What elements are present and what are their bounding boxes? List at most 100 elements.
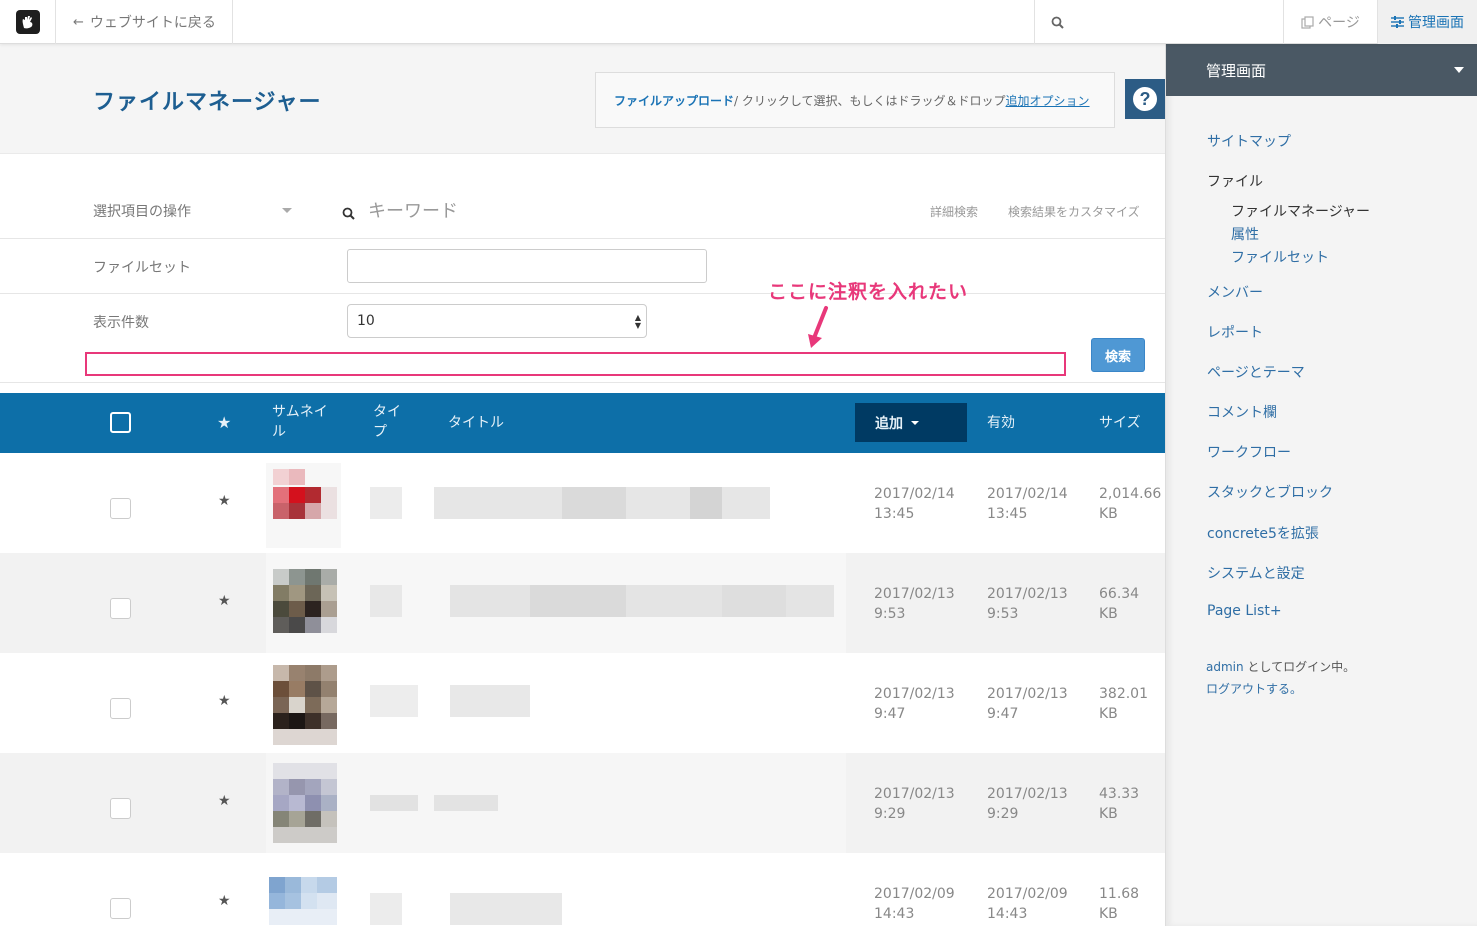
logout-link[interactable]: ログアウトする。: [1206, 680, 1302, 697]
top-toolbar: ← ウェブサイトに戻る ページ 管理画面: [0, 0, 1477, 44]
blurred-thumbnail-and-title: [266, 653, 846, 753]
sidebar-item-system[interactable]: システムと設定: [1207, 563, 1305, 583]
search-icon: [342, 205, 355, 224]
table-row[interactable]: ★ 2017/02/13 9:29 2017/02/13 9:29 43.33 KB: [0, 753, 1165, 853]
sidebar-item-pages-themes[interactable]: ページとテーマ: [1207, 362, 1305, 382]
page-button-label: ページ: [1318, 15, 1360, 31]
select-all-checkbox[interactable]: [110, 412, 131, 433]
file-upload-link[interactable]: ファイルアップロード: [614, 92, 734, 109]
page-button[interactable]: ページ: [1284, 0, 1378, 44]
fileset-input[interactable]: [347, 249, 707, 283]
star-icon[interactable]: ★: [218, 593, 231, 609]
row-added-date: 2017/02/13 9:53: [874, 586, 955, 622]
sidebar-item-attributes[interactable]: 属性: [1231, 224, 1259, 244]
upload-options-link[interactable]: 追加オプション: [1006, 92, 1090, 109]
sidebar-title: 管理画面: [1206, 61, 1267, 80]
file-upload-dropzone[interactable]: ファイルアップロード / クリックして選択、もしくはドラッグ＆ドロップ 追加オプ…: [595, 72, 1115, 128]
column-added-label: 追加: [875, 415, 903, 432]
column-type[interactable]: タイプ: [373, 402, 407, 442]
row-checkbox[interactable]: [110, 898, 131, 919]
concrete5-logo-icon: [15, 10, 40, 34]
sidebar-item-extend[interactable]: concrete5を拡張: [1207, 523, 1319, 543]
customize-results-link[interactable]: 検索結果をカスタマイズ: [1008, 203, 1140, 220]
table-row[interactable]: ★ 2017/02/14 13:45 2017/02/14 13:45 2,014.…: [0, 453, 1165, 553]
sidebar-item-workflow[interactable]: ワークフロー: [1207, 442, 1291, 462]
select-arrows-icon: ▲ ▼: [634, 313, 641, 330]
login-status: admin としてログイン中。: [1206, 658, 1355, 675]
column-title[interactable]: タイトル: [448, 412, 504, 432]
star-icon: ★: [217, 413, 232, 432]
fileset-label: ファイルセット: [93, 260, 191, 276]
annotation-arrow-icon: [808, 306, 828, 348]
login-user-link[interactable]: admin: [1206, 660, 1244, 674]
column-valid[interactable]: 有効: [987, 412, 1015, 432]
row-checkbox[interactable]: [110, 598, 131, 619]
toolbar-search-input[interactable]: [1034, 0, 1284, 44]
column-thumbnail[interactable]: サムネイル: [272, 402, 336, 442]
row-size: 43.33 KB: [1099, 786, 1140, 822]
question-icon: ?: [1133, 87, 1157, 111]
blurred-thumbnail-and-title: [266, 553, 846, 653]
row-valid-date: 2017/02/14 13:45: [987, 486, 1068, 522]
blurred-thumbnail-and-title: [266, 453, 846, 553]
row-valid-date: 2017/02/09 14:43: [987, 886, 1068, 922]
fileset-filter-row: ファイルセット: [0, 239, 1165, 294]
advanced-search-link[interactable]: 詳細検索: [930, 203, 978, 220]
sliders-icon: [1391, 16, 1404, 28]
arrow-left-icon: ←: [73, 14, 84, 30]
page-copy-icon: [1301, 15, 1314, 29]
dashboard-sidebar: 管理画面 サイトマップ ファイル ファイルマネージャー 属性 ファイルセット メ…: [1165, 44, 1477, 926]
sidebar-item-comments[interactable]: コメント欄: [1207, 402, 1277, 422]
help-button[interactable]: ?: [1125, 79, 1165, 119]
column-size[interactable]: サイズ: [1099, 412, 1141, 432]
sidebar-item-files[interactable]: ファイル: [1207, 171, 1263, 191]
sidebar-item-file-manager[interactable]: ファイルマネージャー: [1231, 201, 1370, 221]
sidebar-item-reports[interactable]: レポート: [1207, 322, 1263, 342]
row-added-date: 2017/02/13 9:47: [874, 686, 955, 722]
sidebar-item-sitemap[interactable]: サイトマップ: [1207, 131, 1291, 151]
table-row[interactable]: ★ 2017/02/13 9:53 2017/02/13 9:53 66.34 KB: [0, 553, 1165, 653]
items-per-page-select[interactable]: 10 ▲ ▼: [347, 304, 647, 338]
row-checkbox[interactable]: [110, 798, 131, 819]
row-checkbox[interactable]: [110, 498, 131, 519]
search-icon: [1051, 16, 1064, 29]
bulk-action-select[interactable]: 選択項目の操作: [93, 201, 191, 221]
table-row[interactable]: ★ 2017/02/13 9:47 2017/02/13 9:47 382.01 KB: [0, 653, 1165, 753]
star-icon[interactable]: ★: [218, 893, 231, 909]
column-added-sorted[interactable]: 追加: [855, 403, 967, 442]
annotation-highlight-box: [85, 352, 1066, 376]
keyword-search-input[interactable]: キーワード: [368, 197, 458, 223]
blurred-thumbnail-and-title: [266, 753, 846, 853]
star-icon[interactable]: ★: [218, 693, 231, 709]
search-button[interactable]: 検索: [1091, 338, 1145, 372]
login-status-text: としてログイン中。: [1243, 660, 1356, 674]
star-icon[interactable]: ★: [218, 793, 231, 809]
back-to-website-link[interactable]: ← ウェブサイトに戻る: [57, 0, 233, 44]
dashboard-button-label: 管理画面: [1408, 15, 1464, 31]
back-to-website-label: ウェブサイトに戻る: [89, 15, 216, 31]
row-size: 2,014.66 KB: [1099, 486, 1162, 522]
row-valid-date: 2017/02/13 9:29: [987, 786, 1068, 822]
concrete5-logo-button[interactable]: [0, 0, 56, 44]
row-checkbox[interactable]: [110, 698, 131, 719]
sidebar-item-stacks-blocks[interactable]: スタックとブロック: [1207, 482, 1333, 502]
sidebar-item-members[interactable]: メンバー: [1207, 282, 1263, 302]
sort-caret-icon: [911, 420, 919, 425]
search-bar-row: 選択項目の操作 キーワード 詳細検索 検索結果をカスタマイズ: [0, 183, 1165, 239]
annotation-text: ここに注釈を入れたい: [768, 281, 969, 303]
sidebar-header[interactable]: 管理画面: [1166, 44, 1477, 96]
page-header: ファイルマネージャー ファイルアップロード / クリックして選択、もしくはドラッ…: [0, 44, 1165, 154]
page-title: ファイルマネージャー: [93, 90, 322, 115]
row-size: 66.34 KB: [1099, 586, 1140, 622]
chevron-down-icon: [282, 208, 292, 213]
star-icon[interactable]: ★: [218, 493, 231, 509]
sidebar-item-page-list[interactable]: Page List+: [1207, 603, 1282, 619]
row-valid-date: 2017/02/13 9:53: [987, 586, 1068, 622]
row-added-date: 2017/02/09 14:43: [874, 886, 955, 922]
row-size: 382.01 KB: [1099, 686, 1148, 722]
dashboard-button[interactable]: 管理画面: [1378, 0, 1477, 44]
row-added-date: 2017/02/14 13:45: [874, 486, 955, 522]
table-row[interactable]: ★ 2017/02/09 14:43 2017/02/09 14:43 11.68 K…: [0, 853, 1165, 926]
row-valid-date: 2017/02/13 9:47: [987, 686, 1068, 722]
sidebar-item-file-sets[interactable]: ファイルセット: [1231, 247, 1329, 267]
